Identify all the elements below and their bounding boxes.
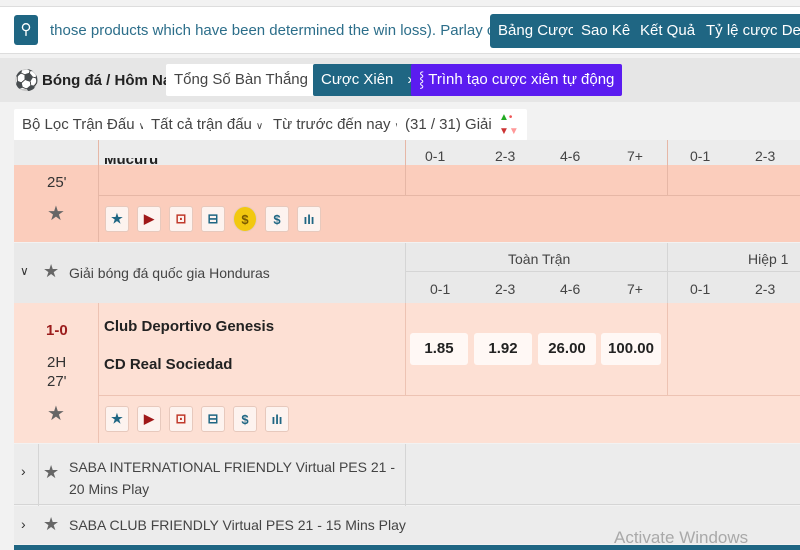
favorite-star-icon[interactable]: ★ (47, 401, 65, 426)
live-stream-icon[interactable]: ▶ (137, 206, 161, 232)
auto-parlay-button[interactable]: ⸾ Trình tạo cược xiên tự động (411, 64, 623, 96)
label: Tổng Số Bàn Thắng (174, 71, 308, 88)
label: 2-3 (755, 148, 776, 164)
market-dropdown[interactable]: Tổng Số Bàn Thắng∨ (166, 64, 328, 96)
full-time-header: Toàn Trận (508, 251, 571, 267)
label: 0-1 (425, 148, 446, 164)
live-stream-icon[interactable]: ▶ (137, 406, 161, 432)
divider: ▼ (508, 126, 519, 137)
label: Tất cả trận đấu (151, 116, 252, 133)
label: 4-6 (560, 148, 581, 164)
stats-icon[interactable]: ılı (265, 406, 289, 432)
all-matches-dropdown[interactable]: Tất cả trận đấu ∨ (143, 109, 272, 141)
scoreboard-icon[interactable]: ⊟ (201, 206, 225, 232)
soccer-ball-icon: ⚽ (14, 70, 39, 92)
divider (98, 395, 800, 396)
label: Trình tạo cược xiên tự động (428, 71, 615, 88)
cashout-icon[interactable]: $ (233, 206, 257, 232)
label: Bộ Lọc Trận Đấu (22, 116, 135, 133)
chevron-right-icon[interactable]: › (21, 463, 26, 479)
label: 4-6 (560, 281, 581, 297)
time-range-dropdown[interactable]: Từ trước đến nay∨ (265, 109, 410, 141)
odds-0-1[interactable]: 1.85 (410, 333, 468, 365)
league-count-button[interactable]: (31 / 31) Giải (397, 109, 500, 141)
league-name: SABA INTERNATIONAL FRIENDLY Virtual PES … (69, 459, 395, 497)
divider: ▲ (499, 112, 509, 123)
statement-button[interactable]: Sao Kê (573, 14, 639, 48)
home-team: Club Deportivo Genesis (104, 318, 275, 335)
divider (98, 195, 800, 196)
search-icon: ⚲ (20, 21, 32, 38)
field-tracker-icon[interactable]: ⊡ (169, 406, 193, 432)
score: 1-0 (46, 322, 68, 339)
label: 2-3 (495, 148, 516, 164)
parlay-button[interactable]: Cược Xiên › (313, 64, 421, 96)
divider (667, 140, 668, 195)
league-name: SABA CLUB FRIENDLY Virtual PES 21 - 15 M… (69, 517, 406, 533)
odds-2-3[interactable]: 1.92 (474, 333, 532, 365)
label: Từ trước đến nay (273, 116, 391, 133)
divider: ▼ (499, 126, 509, 137)
divider (405, 140, 406, 195)
away-team: CD Real Sociedad (104, 356, 233, 373)
breadcrumb: Bóng đá / Hôm Nay (42, 72, 180, 89)
match-filter-dropdown[interactable]: Bộ Lọc Trận Đấu∨ (14, 109, 154, 141)
divider: • (508, 112, 513, 123)
divider (98, 303, 99, 443)
windows-watermark: Activate Windows (614, 528, 749, 547)
results-button[interactable]: Kết Quả (632, 14, 704, 48)
divider (405, 243, 406, 303)
divider: ★ ▶ ⊡ ⊟ $ ılı (105, 406, 289, 432)
label: Cược Xiên (321, 71, 394, 88)
field-tracker-icon[interactable]: ⊡ (169, 206, 193, 232)
label: Mucuru (104, 158, 159, 168)
scoreboard-icon[interactable]: ⊟ (201, 406, 225, 432)
label: 7+ (627, 148, 643, 164)
odds-7-plus[interactable]: 100.00 (601, 333, 661, 365)
favorite-icon[interactable]: ★ (105, 206, 129, 232)
match-period: 2H (47, 354, 67, 371)
match-time: 25' (47, 174, 67, 191)
favorite-star-icon[interactable]: ★ (43, 462, 59, 483)
favorite-star-icon[interactable]: ★ (47, 201, 65, 226)
match-minute: 27' (47, 373, 67, 390)
divider (667, 243, 668, 303)
sort-icon[interactable]: ▲• ▼▼ (491, 109, 527, 141)
dollar-icon[interactable]: $ (265, 206, 289, 232)
league-name: Giải bóng đá quốc gia Honduras (69, 265, 270, 281)
divider (405, 303, 406, 395)
chevron-right-icon[interactable]: › (21, 516, 26, 532)
favorite-star-icon[interactable]: ★ (43, 261, 59, 282)
label: 7+ (627, 281, 643, 297)
label: 2-3 (755, 281, 776, 297)
divider (98, 140, 99, 242)
label: 2-3 (495, 281, 516, 297)
divider (405, 271, 800, 272)
dollar-icon[interactable]: $ (233, 406, 257, 432)
odds-4-6[interactable]: 26.00 (538, 333, 596, 365)
odds-type-button[interactable]: Tỷ lệ cược Decim (698, 14, 800, 48)
announcement-marquee: those products which have been determine… (50, 22, 541, 39)
label: 0-1 (430, 281, 451, 297)
favorite-star-icon[interactable]: ★ (43, 514, 59, 535)
divider (667, 303, 668, 395)
parlay-icon: ⸾ (419, 71, 429, 88)
favorite-icon[interactable]: ★ (105, 406, 129, 432)
stats-icon[interactable]: ılı (297, 206, 321, 232)
first-half-header: Hiệp 1 (748, 251, 789, 267)
label: 0-1 (690, 148, 711, 164)
chevron-down-icon[interactable]: ∨ (20, 264, 29, 278)
bet-list-button[interactable]: Bảng Cược (490, 14, 584, 48)
label: 0-1 (690, 281, 711, 297)
search-button[interactable]: ⚲ (14, 15, 38, 45)
divider: ★ ▶ ⊡ ⊟ $ $ ılı (105, 206, 321, 232)
divider: ∨ (255, 121, 264, 132)
